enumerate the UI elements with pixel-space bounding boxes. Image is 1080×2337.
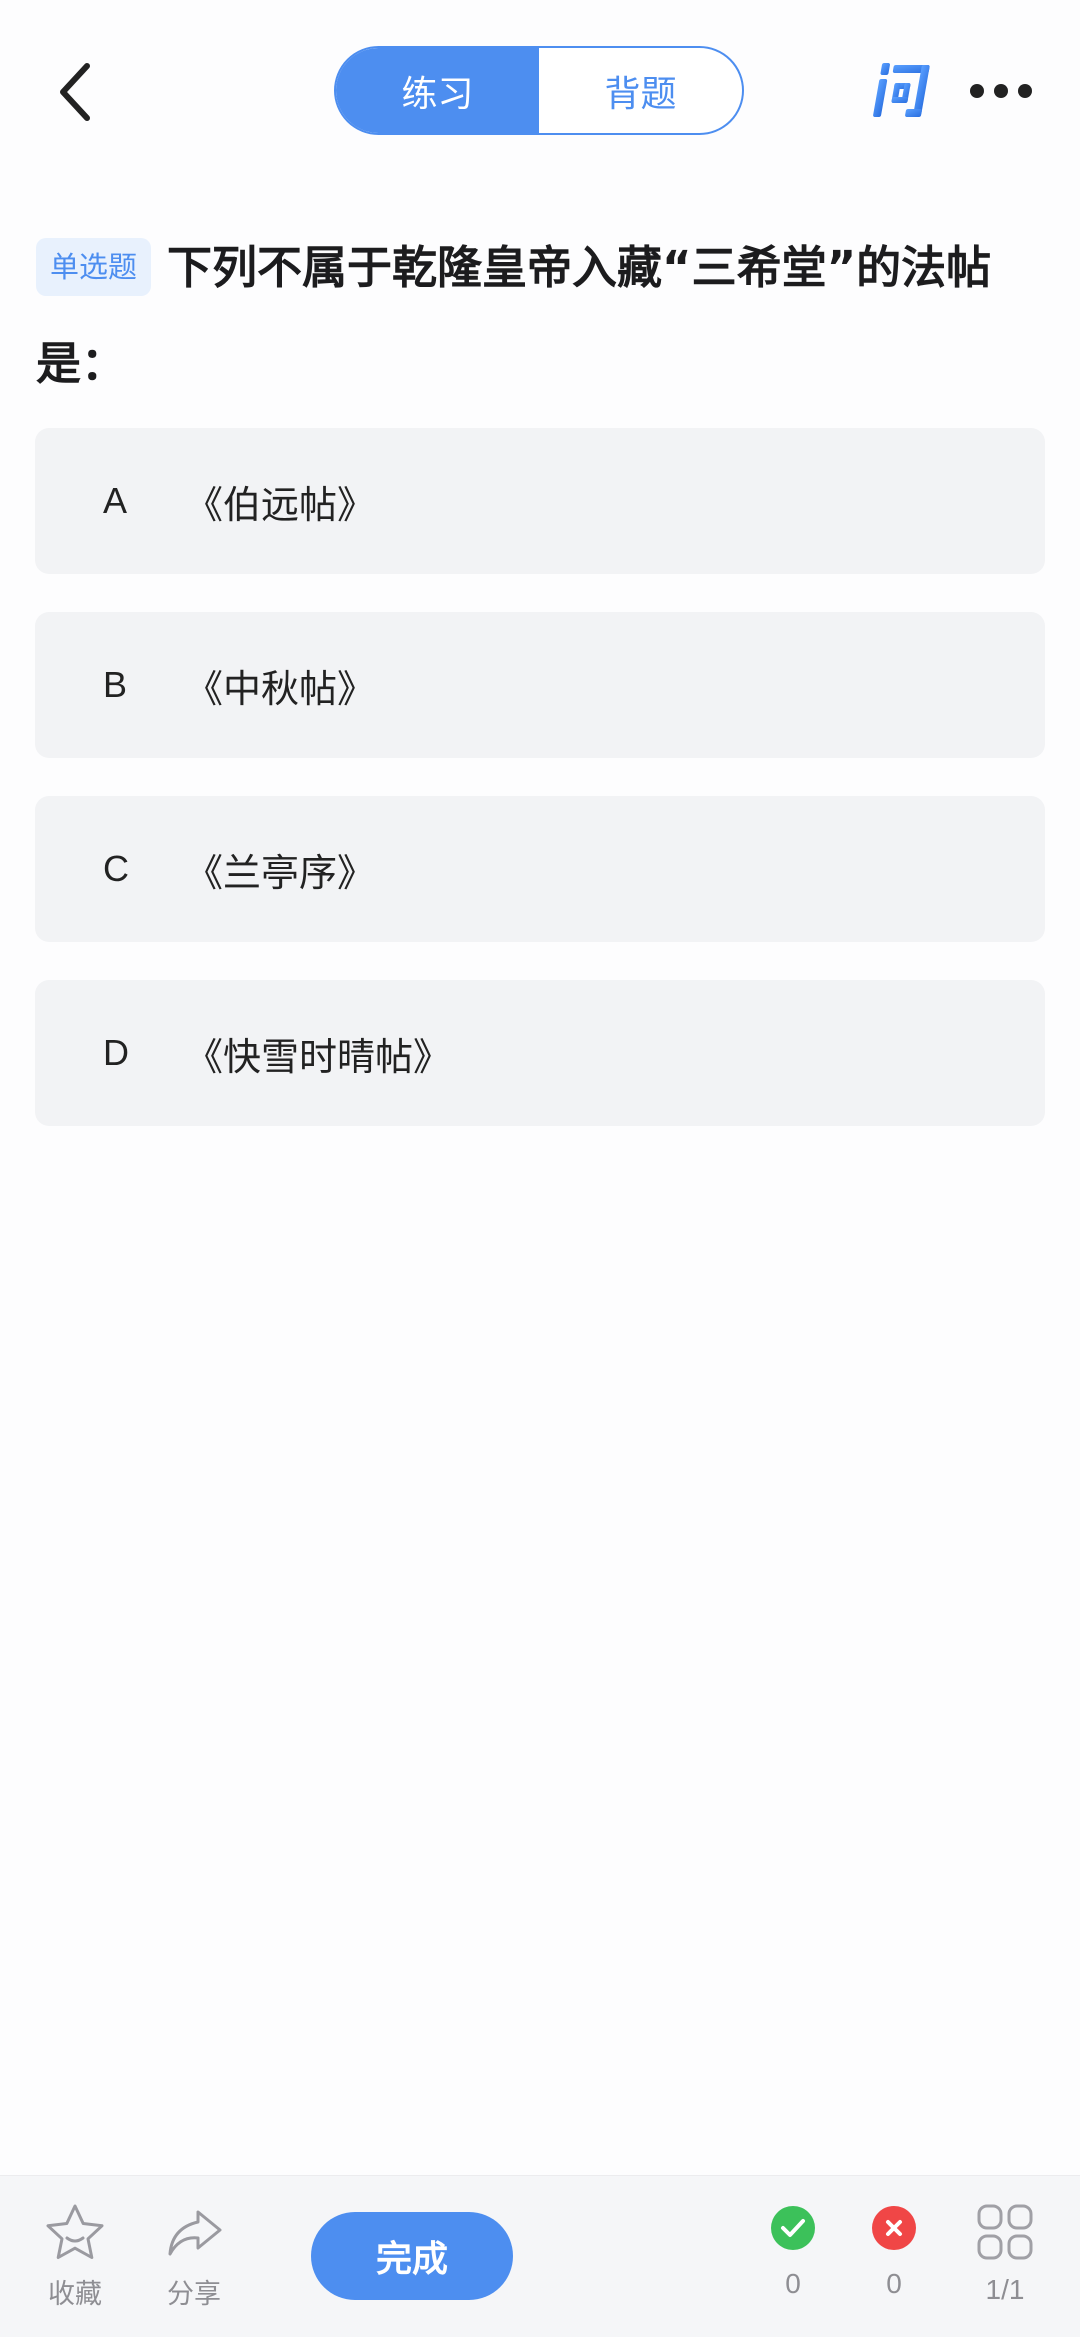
wrong-count: 0 xyxy=(854,2206,934,2300)
more-dot-icon xyxy=(994,84,1008,98)
top-bar: 练习 背题 xyxy=(0,0,1080,180)
favorite-label: 收藏 xyxy=(48,2279,102,2310)
progress-value: 1/1 xyxy=(985,2274,1025,2305)
question-type-badge: 单选题 xyxy=(36,238,152,296)
option-letter: B xyxy=(103,664,128,705)
back-button[interactable] xyxy=(40,50,110,134)
star-icon xyxy=(46,2204,104,2259)
options-list: A 《伯远帖》 B 《中秋帖》 C 《兰亭序》 D 《快雪时晴帖》 xyxy=(35,428,1045,1164)
correct-count-value: 0 xyxy=(785,2268,801,2299)
tab-memorize[interactable]: 背题 xyxy=(539,48,742,133)
option-letter: C xyxy=(103,848,129,889)
question-grid-button[interactable]: 1/1 xyxy=(965,2202,1045,2306)
correct-count: 0 xyxy=(753,2206,833,2300)
wrong-x-icon xyxy=(872,2206,916,2250)
option-text: 《快雪时晴帖》 xyxy=(185,1034,452,1079)
option-d[interactable]: D 《快雪时晴帖》 xyxy=(35,980,1045,1126)
correct-check-icon xyxy=(771,2206,815,2250)
option-letter: A xyxy=(103,480,128,521)
question: 单选题 下列不属于乾隆皇帝入藏“三希堂”的法帖是： xyxy=(36,220,1046,412)
share-arrow-icon xyxy=(168,2210,222,2256)
grid-icon xyxy=(977,2204,1033,2260)
more-button[interactable] xyxy=(966,70,1036,112)
wrong-count-value: 0 xyxy=(886,2268,902,2299)
option-text: 《中秋帖》 xyxy=(185,666,376,711)
favorite-button[interactable]: 收藏 xyxy=(25,2202,125,2312)
option-text: 《兰亭序》 xyxy=(185,850,376,895)
option-c[interactable]: C 《兰亭序》 xyxy=(35,796,1045,942)
option-a[interactable]: A 《伯远帖》 xyxy=(35,428,1045,574)
more-dot-icon xyxy=(970,84,984,98)
bottom-toolbar: 收藏 分享 完成 0 0 1/1 xyxy=(0,2175,1080,2337)
option-text: 《伯远帖》 xyxy=(185,482,376,527)
share-label: 分享 xyxy=(167,2279,221,2310)
back-arrow-icon xyxy=(60,63,90,121)
done-button[interactable]: 完成 xyxy=(311,2212,513,2300)
more-dot-icon xyxy=(1018,84,1032,98)
tab-practice[interactable]: 练习 xyxy=(336,48,539,133)
share-button[interactable]: 分享 xyxy=(144,2202,244,2312)
ask-button[interactable] xyxy=(866,56,936,126)
practice-page: 练习 背题 单选题 下列不属于乾隆皇帝入藏“三希堂”的法帖是： A 《伯远帖》 … xyxy=(0,0,1080,2337)
question-text: 下列不属于乾隆皇帝入藏“三希堂”的法帖是： xyxy=(36,241,992,390)
option-b[interactable]: B 《中秋帖》 xyxy=(35,612,1045,758)
mode-switch: 练习 背题 xyxy=(334,46,744,135)
option-letter: D xyxy=(103,1032,129,1073)
ask-icon xyxy=(873,63,930,117)
